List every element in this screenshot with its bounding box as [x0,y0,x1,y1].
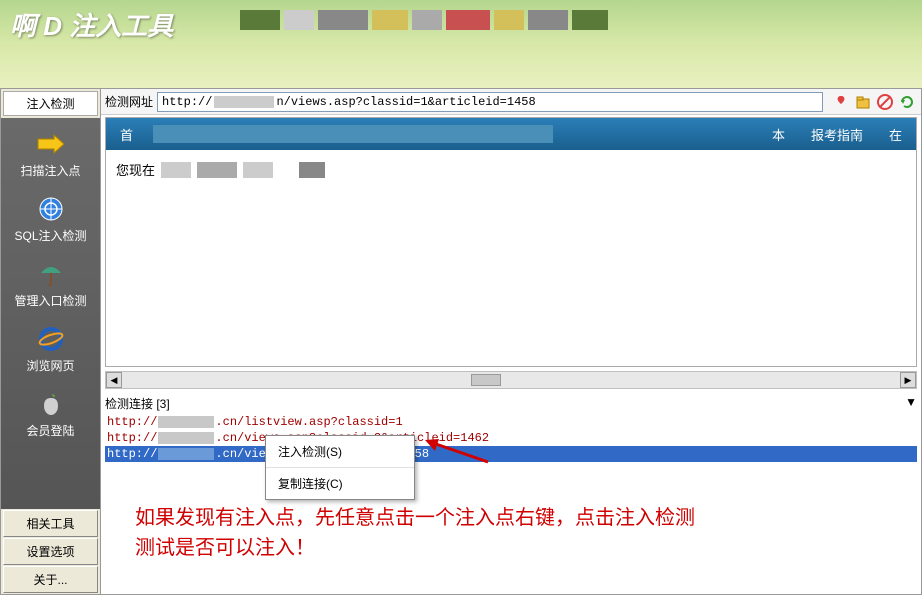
ie-icon [35,325,67,353]
ctx-inject-test[interactable]: 注入检测(S) [266,436,414,468]
sidebar-item-browse[interactable]: 浏览网页 [1,319,100,384]
sidebar-item-label: 浏览网页 [1,357,100,374]
ctx-copy-link[interactable]: 复制连接(C) [266,468,414,499]
apple-icon [35,390,67,418]
links-list[interactable]: http://.cn/listview.asp?classid=1 http:/… [105,414,917,462]
sidebar-item-label: SQL注入检测 [1,227,100,244]
annotation-text: 如果发现有注入点，先任意点击一个注入点右键，点击注入检测 测试是否可以注入！ [135,503,835,563]
link-row-selected[interactable]: http://.cn/views.a58 [105,446,917,462]
nav-item[interactable]: 在 [883,125,908,144]
sidebar-item-label: 管理入口检测 [1,292,100,309]
arrow-right-icon [35,130,67,158]
page-text: 您现在 [116,160,155,179]
app-header: 啊 D 注入工具 [0,0,922,88]
nav-item[interactable]: 首 [114,125,139,144]
sidebar-item-login[interactable]: 会员登陆 [1,384,100,449]
header-blur [240,10,608,30]
scroll-thumb[interactable] [471,374,501,386]
page-body: 您现在 [106,150,916,189]
dropdown-icon[interactable]: ▼ [905,395,917,412]
nav-item[interactable]: 本 [766,125,791,144]
links-header-label: 检测连接 [3] [105,395,170,412]
sidebar-item-sql[interactable]: SQL注入检测 [1,189,100,254]
umbrella-icon [35,260,67,288]
sidebar-item-label: 扫描注入点 [1,162,100,179]
refresh-icon[interactable] [897,92,917,112]
sidebar-item-scan[interactable]: 扫描注入点 [1,124,100,189]
scroll-right-arrow[interactable]: ▶ [900,372,916,388]
url-toolbar: 检测网址 http:// n/views.asp?classid=1&artic… [101,89,921,115]
detected-links: 检测连接 [3] ▼ http://.cn/listview.asp?class… [105,393,917,594]
nav-item[interactable]: 报考指南 [805,125,869,144]
favorite-icon[interactable] [831,92,851,112]
stop-icon[interactable] [875,92,895,112]
url-blur [214,96,274,108]
sidebar-btn-about[interactable]: 关于... [3,566,98,593]
sidebar-item-admin[interactable]: 管理入口检测 [1,254,100,319]
main-area: 检测网址 http:// n/views.asp?classid=1&artic… [101,89,921,594]
browser-frame: 首 本 报考指南 在 您现在 [105,117,917,367]
sidebar-btn-tools[interactable]: 相关工具 [3,510,98,537]
sidebar-tab-injection[interactable]: 注入检测 [3,91,98,116]
sidebar-item-label: 会员登陆 [1,422,100,439]
context-menu: 注入检测(S) 复制连接(C) [265,435,415,500]
annotation-arrow [423,437,493,467]
sidebar-btn-settings[interactable]: 设置选项 [3,538,98,565]
target-icon [35,195,67,223]
horizontal-scrollbar[interactable]: ◀ ▶ [105,371,917,389]
scroll-left-arrow[interactable]: ◀ [106,372,122,388]
sidebar: 注入检测 扫描注入点 SQL注入检测 [1,89,101,594]
url-input[interactable]: http:// n/views.asp?classid=1&articleid=… [157,92,823,112]
open-icon[interactable] [853,92,873,112]
site-nav: 首 本 报考指南 在 [106,118,916,150]
url-label: 检测网址 [105,93,153,110]
link-row[interactable]: http://.cn/listview.asp?classid=1 [105,414,917,430]
link-row[interactable]: http://.cn/views.asp?classid=2&articleid… [105,430,917,446]
